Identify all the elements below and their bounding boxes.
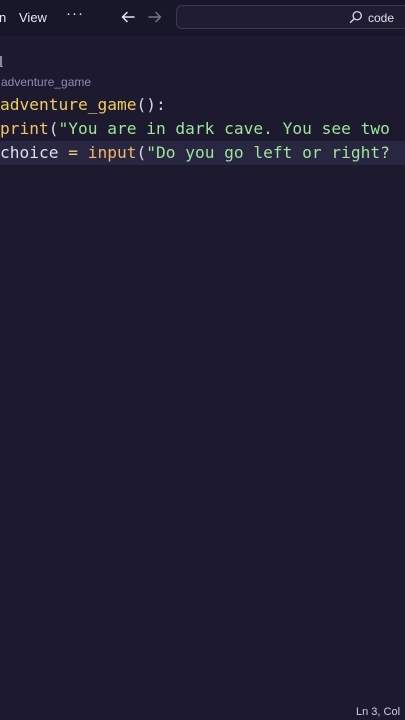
cursor-position[interactable]: Ln 3, Col (356, 706, 400, 718)
code-token: "Do you go left or right? (146, 143, 390, 162)
code-token: = (58, 143, 88, 162)
search-text: code (368, 11, 395, 25)
more-menu-button[interactable]: ··· (66, 6, 84, 22)
code-line[interactable]: adventure_game(): (0, 93, 405, 117)
breadcrumb[interactable]: adventure_game (1, 75, 91, 89)
search-icon (349, 10, 362, 24)
arrow-left-icon[interactable] (120, 9, 136, 25)
arrow-right-icon[interactable] (147, 9, 163, 25)
code-token: (): (136, 95, 166, 114)
code-line-current[interactable]: choice = input("Do you go left or right? (0, 141, 405, 165)
code-token: print (0, 119, 49, 138)
title-bar: n View ··· code (0, 0, 405, 36)
code-token: ( (136, 143, 147, 162)
side-indicator (0, 56, 2, 66)
code-token: "You are in dark cave. You see two (58, 119, 390, 138)
code-token: choice (0, 143, 59, 162)
code-line[interactable]: print("You are in dark cave. You see two (0, 117, 405, 141)
code-editor[interactable]: adventure_game(): print("You are in dark… (0, 92, 405, 692)
menu-item-partial[interactable]: n (0, 10, 6, 26)
command-search-box[interactable]: code (176, 5, 405, 29)
side-indicator-tick (0, 66, 3, 67)
code-token: adventure_game (0, 95, 137, 114)
code-token: input (87, 143, 137, 162)
menu-item-view[interactable]: View (19, 10, 47, 26)
